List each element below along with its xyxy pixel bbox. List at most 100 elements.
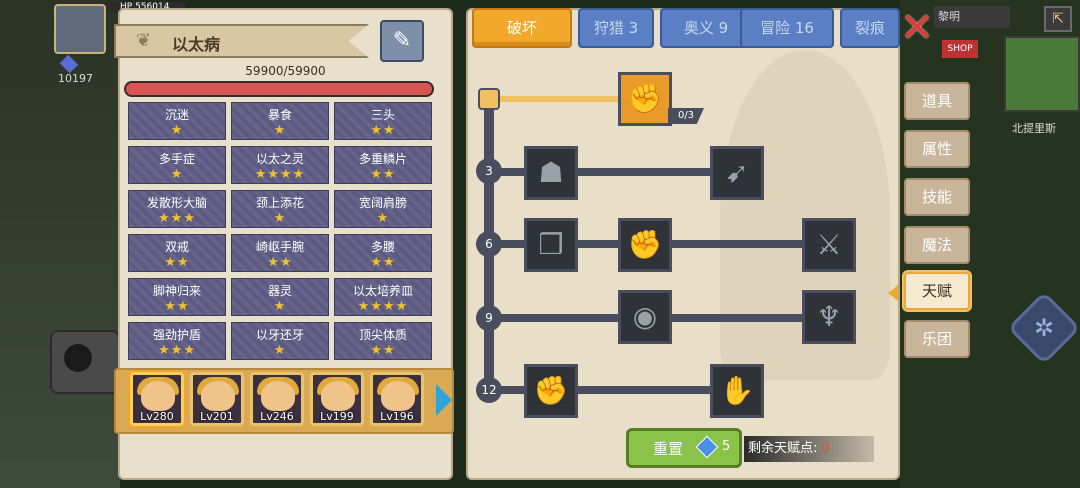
side-tab-3[interactable]: 魔法	[904, 226, 970, 264]
trait-hp-bar	[124, 81, 434, 97]
syringe-icon: ✎	[392, 28, 412, 53]
hero-slot[interactable]: Lv199	[310, 372, 364, 426]
hero-level: Lv196	[380, 410, 414, 423]
trait-name: 发散形大脑	[146, 196, 207, 210]
remaining-points: 剩余天赋点: 0	[744, 436, 874, 462]
hero-portrait	[321, 381, 355, 411]
next-hero-arrow-icon[interactable]	[436, 384, 452, 416]
trait-name: 以太培养皿	[352, 284, 413, 298]
hero-slot[interactable]: Lv201	[190, 372, 244, 426]
dpad-center-icon[interactable]	[64, 344, 92, 372]
trait-cell[interactable]: 宽阔肩膀 ★	[334, 190, 432, 228]
side-tab-2[interactable]: 技能	[904, 178, 970, 216]
trait-cell[interactable]: 强劲护盾 ★★★	[128, 322, 226, 360]
trait-hp-text: 59900/59900	[245, 64, 326, 78]
trait-stars: ★	[273, 211, 287, 226]
shop-sign: SHOP	[942, 40, 978, 58]
row-level-3: 3	[476, 158, 502, 184]
trait-name: 崎岖手腕	[255, 240, 304, 254]
orb-icon: ◉	[632, 300, 658, 333]
hero-slot[interactable]: Lv196	[370, 372, 424, 426]
trait-name: 器灵	[267, 284, 292, 298]
reset-button[interactable]: 重置 5	[626, 428, 742, 468]
side-tab-5[interactable]: 乐团	[904, 320, 970, 358]
row-level-9: 9	[476, 305, 502, 331]
talent-node-orb[interactable]: ◉	[618, 290, 672, 344]
exit-icon[interactable]: ⇱	[1044, 6, 1072, 32]
talent-node-bat[interactable]: ♆	[802, 290, 856, 344]
talent-node-handshake[interactable]: ✊	[618, 72, 672, 126]
hero-level: Lv246	[260, 410, 294, 423]
tab-0[interactable]: 破坏	[472, 8, 572, 48]
trait-name: 三头	[370, 108, 395, 122]
trait-name: 顶尖体质	[358, 328, 407, 342]
trait-name: 宽阔肩膀	[358, 196, 407, 210]
trait-cell[interactable]: 暴食 ★	[231, 102, 329, 140]
trait-stars: ★★	[370, 167, 396, 182]
trait-cell[interactable]: 沉迷 ★	[128, 102, 226, 140]
hud-currency-count: 10197	[58, 72, 93, 85]
ether-icon: ❦	[136, 30, 152, 51]
trait-cell[interactable]: 脚神归来 ★★	[128, 278, 226, 316]
trait-cell[interactable]: 崎岖手腕 ★★	[231, 234, 329, 272]
trait-name: 双戒	[164, 240, 189, 254]
trait-cell[interactable]: 多腰 ★★	[334, 234, 432, 272]
minimap[interactable]	[1004, 36, 1080, 112]
minimap-town-label: 北提里斯	[1012, 122, 1056, 135]
trait-stars: ★★	[164, 299, 190, 314]
trait-cell[interactable]: 以太培养皿 ★★★★	[334, 278, 432, 316]
syringe-button[interactable]: ✎	[380, 20, 424, 62]
trait-cell[interactable]: 以牙还牙 ★	[231, 322, 329, 360]
player-avatar[interactable]	[54, 4, 106, 54]
talent-node-slash[interactable]: ⚔	[802, 218, 856, 272]
trait-cell[interactable]: 颈上添花 ★	[231, 190, 329, 228]
trait-cell[interactable]: 发散形大脑 ★★★	[128, 190, 226, 228]
trait-stars: ★★	[370, 123, 396, 138]
trait-stars: ★★★★	[357, 299, 409, 314]
reset-label: 重置	[653, 440, 684, 458]
talent-node-gauntlet[interactable]: ✋	[710, 364, 764, 418]
tab-2[interactable]: 奥义 9	[660, 8, 752, 48]
trait-panel-title: 以太病	[172, 35, 221, 54]
side-tab-0[interactable]: 道具	[904, 82, 970, 120]
talent-node-fist[interactable]: ✊	[618, 218, 672, 272]
side-tab-4[interactable]: 天赋	[904, 272, 970, 310]
row-level-6: 6	[476, 231, 502, 257]
hero-portrait	[141, 381, 175, 411]
trait-cell[interactable]: 多重鳞片 ★★	[334, 146, 432, 184]
gauntlet-icon: ✋	[719, 374, 755, 407]
slash-icon: ⚔	[816, 228, 842, 261]
trait-cell[interactable]: 双戒 ★★	[128, 234, 226, 272]
talent-node-body[interactable]: ☗	[524, 146, 578, 200]
trait-cell[interactable]: 多手症 ★	[128, 146, 226, 184]
trait-cell[interactable]: 以太之灵 ★★★★	[231, 146, 329, 184]
hero-level: Lv280	[140, 410, 174, 423]
handshake-icon: ✊	[627, 82, 663, 115]
trait-cell[interactable]: 三头 ★★	[334, 102, 432, 140]
hero-slot[interactable]: Lv280	[130, 372, 184, 426]
tab-1[interactable]: 狩猎 3	[578, 8, 654, 48]
world-chip: 黎明	[934, 6, 1010, 28]
trait-cell[interactable]: 器灵 ★	[231, 278, 329, 316]
talent-node-raised-fist[interactable]: ✊	[524, 364, 578, 418]
trait-stars: ★	[170, 123, 184, 138]
active-side-tab-arrow-icon	[888, 285, 898, 301]
talent-node-dagger[interactable]: ➹	[710, 146, 764, 200]
trait-stars: ★★★	[158, 211, 196, 226]
tab-3[interactable]: 冒险 16	[740, 8, 834, 48]
talent-node-armor[interactable]: ❒	[524, 218, 578, 272]
trait-stars: ★★	[370, 343, 396, 358]
trait-name: 以牙还牙	[255, 328, 304, 342]
trait-stars: ★	[273, 123, 287, 138]
trait-name: 以太之灵	[255, 152, 304, 166]
close-icon[interactable]: ✕	[900, 8, 934, 48]
hero-slot[interactable]: Lv246	[250, 372, 304, 426]
trait-cell[interactable]: 顶尖体质 ★★	[334, 322, 432, 360]
hero-portrait	[381, 381, 415, 411]
diamond-icon	[695, 435, 719, 459]
trait-name: 沉迷	[164, 108, 189, 122]
side-tab-1[interactable]: 属性	[904, 130, 970, 168]
hero-level: Lv201	[200, 410, 234, 423]
trait-name: 多手症	[158, 152, 195, 166]
tab-4[interactable]: 裂痕	[840, 8, 900, 48]
